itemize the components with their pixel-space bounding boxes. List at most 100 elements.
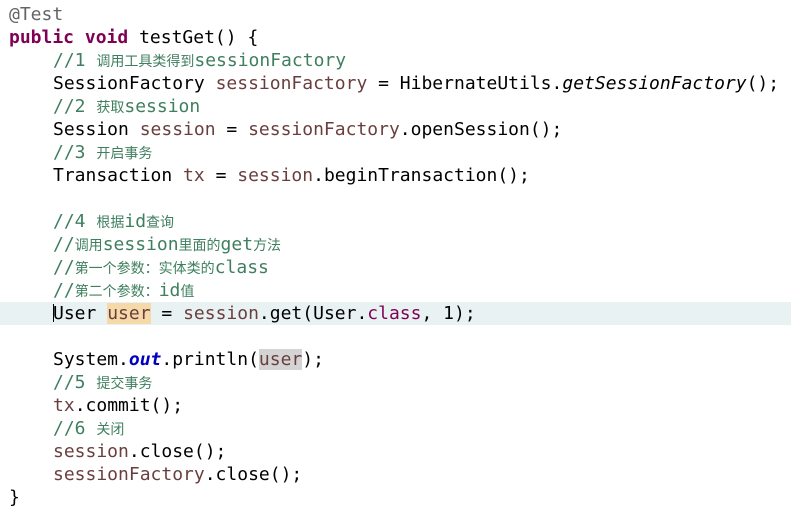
code-token: =: [204, 165, 238, 186]
code-token: 调用工具类得到: [96, 54, 195, 70]
code-token: //1: [53, 50, 97, 71]
code-token: id: [124, 211, 147, 232]
code-token: );: [302, 349, 324, 370]
code-text: //5 提交事务: [53, 371, 152, 396]
code-token: class: [214, 257, 269, 278]
code-token: //4: [53, 211, 97, 232]
code-text: //调用session里面的get方法: [53, 233, 281, 258]
code-line[interactable]: //3 开启事务: [0, 141, 791, 164]
code-token: .commit();: [74, 395, 184, 416]
code-token: , 1);: [421, 303, 476, 324]
code-token: sessionFactory: [215, 73, 368, 94]
code-line[interactable]: session.close();: [0, 440, 791, 463]
code-line[interactable]: Session session = sessionFactory.openSes…: [0, 118, 791, 141]
code-token: session: [53, 441, 129, 462]
code-line[interactable]: //5 提交事务: [0, 371, 791, 394]
code-token: sessionFactory: [194, 50, 347, 71]
code-token: id: [158, 280, 181, 301]
code-line[interactable]: sessionFactory.close();: [0, 463, 791, 486]
code-token: sessionFactory: [53, 464, 205, 485]
code-token: .println(: [161, 349, 259, 370]
code-token: //: [53, 234, 75, 255]
code-token: .get(User.: [258, 303, 368, 324]
code-token: testGet() {: [128, 27, 259, 48]
code-token: }: [9, 487, 20, 508]
code-token: get: [220, 234, 254, 255]
code-text: System.out.println(user);: [53, 348, 324, 371]
code-token: .openSession();: [399, 119, 563, 140]
code-line[interactable]: //调用session里面的get方法: [0, 233, 791, 256]
code-editor[interactable]: @Test public void testGet() {//1 调用工具类得到s…: [0, 0, 791, 517]
code-text: SessionFactory sessionFactory = Hibernat…: [53, 72, 779, 95]
code-line[interactable]: //第一个参数：实体类的class: [0, 256, 791, 279]
code-token: getSessionFactory: [562, 73, 747, 94]
code-text: Transaction tx = session.beginTransactio…: [53, 164, 530, 187]
code-token: 查询: [146, 215, 175, 231]
code-token: .close();: [128, 441, 227, 462]
code-token: 提交事务: [96, 376, 153, 392]
code-line[interactable]: //4 根据id查询: [0, 210, 791, 233]
code-token: //: [53, 280, 75, 301]
code-line[interactable]: Transaction tx = session.beginTransactio…: [0, 164, 791, 187]
code-token: out: [128, 349, 162, 370]
code-text: @Test: [9, 3, 63, 26]
code-text: public void testGet() {: [9, 26, 258, 49]
code-token: ();: [746, 73, 780, 94]
code-token: session: [139, 119, 216, 140]
code-text: }: [9, 486, 20, 509]
code-text: sessionFactory.close();: [53, 463, 302, 486]
code-token: //6: [53, 418, 97, 439]
code-token: 第二个参数：: [74, 284, 159, 300]
code-token: 方法: [253, 238, 282, 254]
code-token: .beginTransaction();: [313, 165, 530, 186]
code-token: 开启事务: [96, 146, 153, 162]
code-text: //2 获取session: [53, 95, 200, 120]
code-token: = HibernateUtils.: [367, 73, 563, 94]
code-line[interactable]: //1 调用工具类得到sessionFactory: [0, 49, 791, 72]
code-token: System.: [53, 349, 129, 370]
code-line[interactable]: @Test: [0, 3, 791, 26]
code-token: public: [9, 27, 75, 48]
code-token: tx: [53, 395, 75, 416]
code-line[interactable]: }: [0, 486, 791, 509]
code-token: session: [124, 96, 201, 117]
code-token: User: [53, 303, 108, 324]
code-token: //2: [53, 96, 97, 117]
code-token: 值: [180, 284, 195, 300]
code-line[interactable]: //2 获取session: [0, 95, 791, 118]
code-line[interactable]: System.out.println(user);: [0, 348, 791, 371]
code-text: //第一个参数：实体类的class: [53, 256, 269, 281]
code-token: session: [183, 303, 259, 324]
code-token: //3: [53, 142, 97, 163]
code-text: //6 关闭: [53, 417, 124, 442]
code-token: session: [102, 234, 179, 255]
code-token: user: [107, 303, 151, 324]
code-token: 关闭: [96, 422, 125, 438]
code-token: tx: [183, 165, 205, 186]
code-line[interactable]: //第二个参数：id值: [0, 279, 791, 302]
code-text: //3 开启事务: [53, 141, 152, 166]
code-text: //第二个参数：id值: [53, 279, 194, 304]
code-token: session: [237, 165, 314, 186]
code-line[interactable]: SessionFactory sessionFactory = Hibernat…: [0, 72, 791, 95]
code-line[interactable]: [0, 325, 791, 348]
code-text: session.close();: [53, 440, 226, 463]
code-line[interactable]: [0, 187, 791, 210]
code-token: =: [215, 119, 249, 140]
code-token: 调用: [74, 238, 103, 254]
code-token: user: [258, 349, 303, 370]
code-token: @Test: [9, 4, 64, 25]
code-text: //4 根据id查询: [53, 210, 174, 235]
code-token: .close();: [204, 464, 303, 485]
code-token: //: [53, 257, 75, 278]
code-token: 根据: [96, 215, 125, 231]
code-token: 获取: [96, 100, 125, 116]
code-line-current[interactable]: User user = session.get(User.class, 1);: [0, 302, 791, 325]
code-line[interactable]: tx.commit();: [0, 394, 791, 417]
code-token: void: [84, 27, 129, 48]
code-token: =: [150, 303, 184, 324]
code-line[interactable]: //6 关闭: [0, 417, 791, 440]
code-token: class: [367, 303, 422, 324]
code-line[interactable]: public void testGet() {: [0, 26, 791, 49]
code-text: tx.commit();: [53, 394, 183, 417]
